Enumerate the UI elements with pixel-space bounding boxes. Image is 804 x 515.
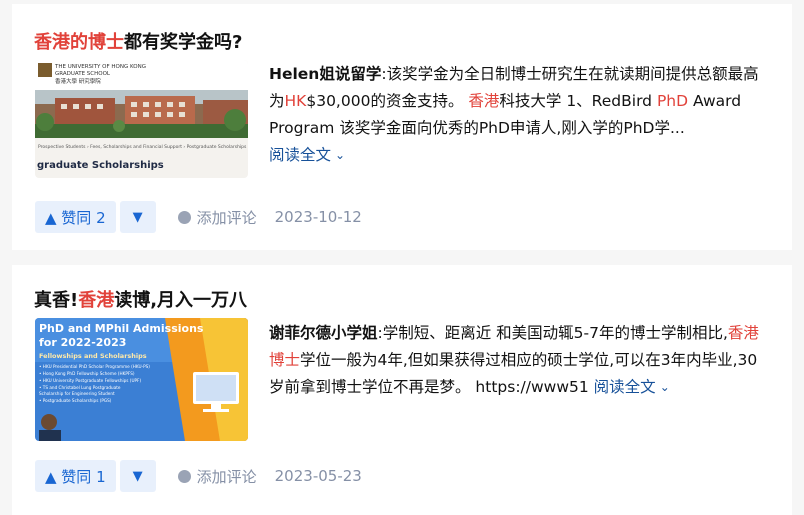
vote-up-button[interactable]: ▲ 赞同 1 [35, 460, 116, 492]
read-more-link[interactable]: 阅读全文 ⌄ [594, 378, 670, 396]
vote-down-button[interactable]: ▼ [119, 460, 156, 492]
read-more-link[interactable]: 阅读全文 ⌄ [269, 146, 345, 164]
action-bar: ▲ 赞同 1 ▼ 添加评论 2023-05-23 [35, 460, 362, 492]
read-more-label: 阅读全文 [269, 146, 332, 164]
vote-up-button[interactable]: ▲ 赞同 2 [35, 201, 116, 233]
excerpt-highlight: PhD [656, 92, 689, 110]
thumb-item: • Postgraduate Scholarships (PGS) [39, 398, 112, 403]
excerpt-highlight: 香港 [468, 92, 500, 110]
comment-icon [177, 469, 191, 483]
vote-down-button[interactable]: ▼ [119, 201, 156, 233]
answer-excerpt[interactable]: Helen姐说留学:该奖学金为全日制博士研究生在就读期间提供总额最高为HK$30… [269, 61, 769, 169]
thumb-header-3: 香港大學 研究學院 [55, 77, 101, 85]
title-text: 真香! [34, 290, 79, 311]
thumb-caption: graduate Scholarships [37, 160, 164, 171]
chevron-down-icon: ⌄ [335, 148, 346, 162]
add-comment-label: 添加评论 [196, 208, 257, 227]
thumb-item: Scholarship for Engineering Student [39, 391, 115, 396]
thumb-subheading: Fellowships and Scholarships [39, 352, 147, 360]
author-name[interactable]: Helen姐说留学 [269, 65, 381, 83]
thumb-heading-2: for 2022-2023 [39, 336, 126, 349]
read-more-label: 阅读全文 [593, 378, 656, 396]
title-highlight: 香港的博士 [34, 32, 124, 53]
excerpt-highlight: HK [284, 92, 307, 110]
add-comment-button[interactable]: 添加评论 [177, 207, 257, 228]
thumb-heading-1: PhD and MPhil Admissions [39, 322, 204, 335]
answer-excerpt[interactable]: 谢菲尔德小学姐:学制短、距离近 和美国动辄5-7年的博士学制相比,香港博士学位一… [269, 320, 769, 401]
add-comment-button[interactable]: 添加评论 [177, 466, 257, 487]
title-text: 都有奖学金吗? [124, 32, 243, 53]
thumb-item: • HKU University Postgraduate Fellowship… [39, 378, 141, 383]
thumbnail-image[interactable]: PhD and MPhil Admissions for 2022-2023 F… [35, 318, 248, 441]
thumbnail-image[interactable]: THE UNIVERSITY OF HONG KONG GRADUATE SCH… [35, 60, 248, 178]
chevron-down-icon: ⌄ [659, 380, 670, 394]
excerpt-text: 学位一般为4年,但如果获得过相应的硕士学位,可以在3年内毕业,30岁前拿到博士学… [269, 351, 758, 396]
author-name[interactable]: 谢菲尔德小学姐 [269, 324, 378, 342]
thumb-breadcrumb: Prospective Students › Fees, Scholarship… [38, 144, 247, 150]
comment-icon [177, 210, 191, 224]
add-comment-label: 添加评论 [196, 467, 257, 486]
thumb-item: • Hong Kong PhD Fellowship Scheme (HKPFS… [39, 371, 135, 376]
excerpt-text: 科技大学 1、RedBird [499, 92, 657, 110]
title-text: 读博,月入一万八 [114, 290, 248, 311]
title-highlight: 香港 [78, 290, 115, 311]
thumb-item: • TS and Christabel Lung Postgraduate [39, 385, 121, 390]
action-bar: ▲ 赞同 2 ▼ 添加评论 2023-10-12 [35, 201, 362, 233]
card-title[interactable]: 香港的博士都有奖学金吗? [34, 31, 242, 55]
excerpt-text: :学制短、距离近 和美国动辄5-7年的博士学制相比, [377, 324, 728, 342]
thumb-item: • HKU Presidential PhD Scholar Programme… [39, 364, 150, 369]
post-date: 2023-05-23 [274, 467, 362, 485]
answer-card: 香港的博士都有奖学金吗? THE UNIVERSITY OF HONG KONG… [12, 4, 792, 250]
thumb-header-1: THE UNIVERSITY OF HONG KONG [54, 64, 146, 70]
post-date: 2023-10-12 [274, 208, 362, 226]
excerpt-text: $30,000的资金支持。 [306, 92, 469, 110]
thumb-header-2: GRADUATE SCHOOL [55, 71, 111, 77]
answer-card: 真香!香港读博,月入一万八 PhD and MPhil Admissions f… [12, 265, 792, 515]
card-title[interactable]: 真香!香港读博,月入一万八 [34, 289, 247, 313]
